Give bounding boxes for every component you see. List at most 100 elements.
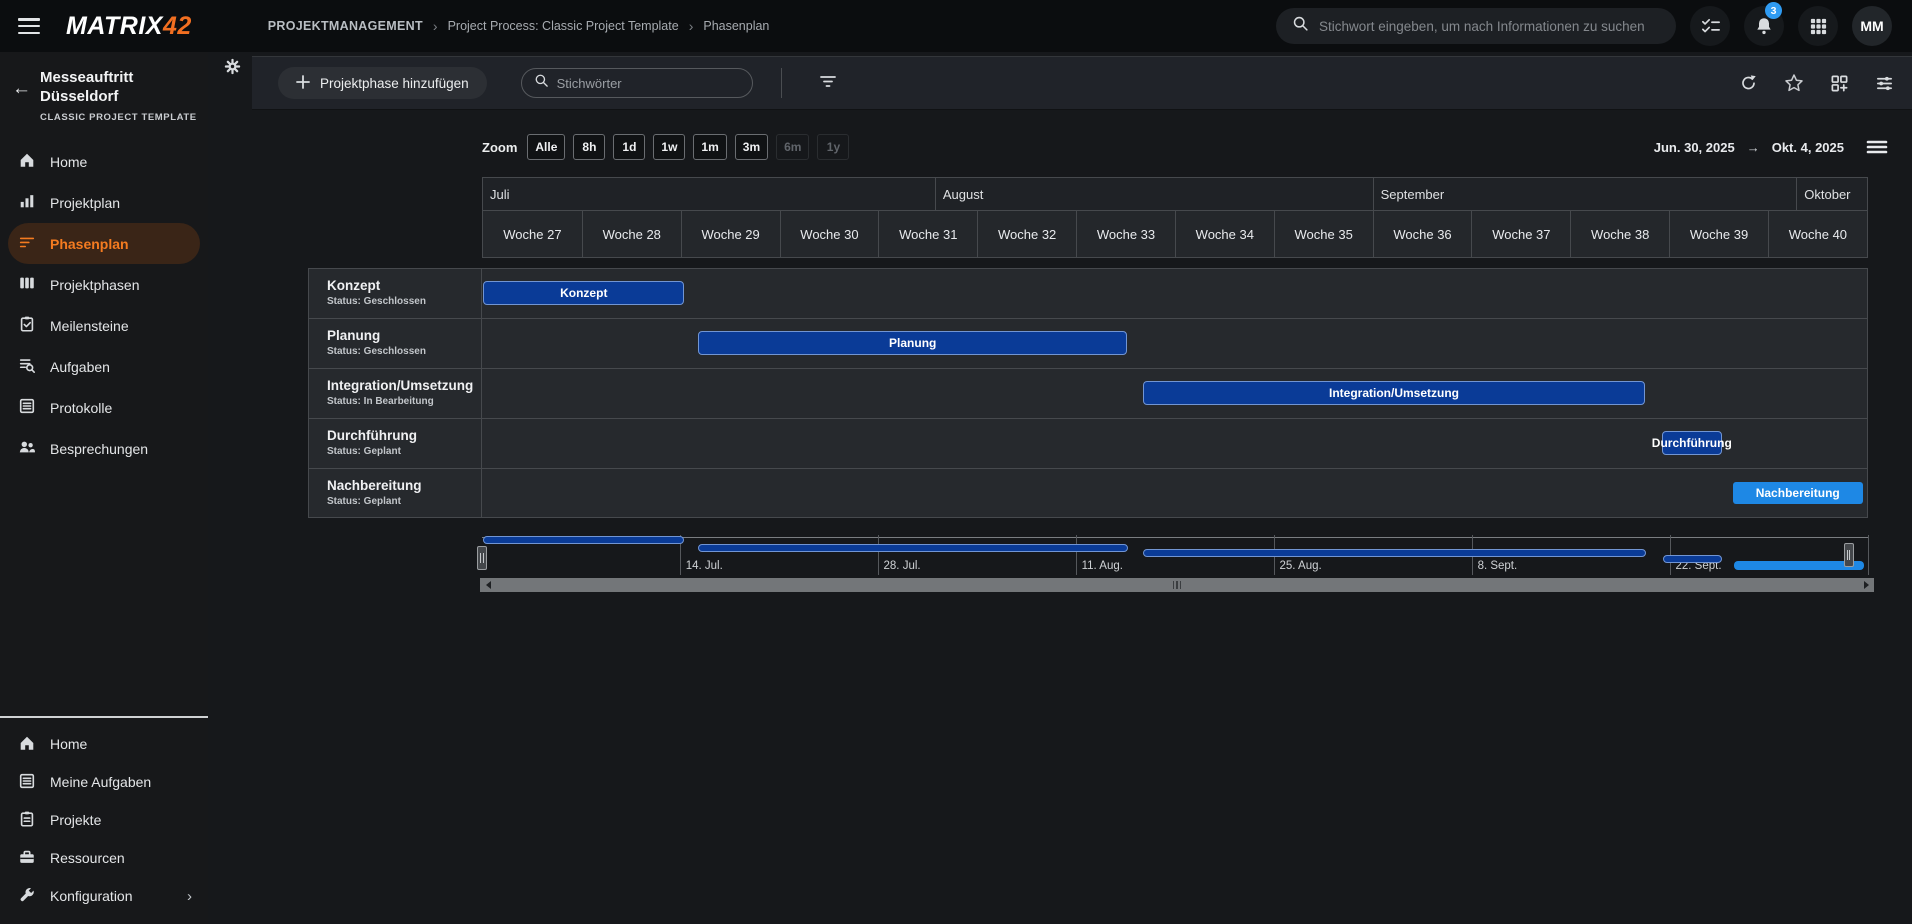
project-header: ← Messeauftritt Düsseldorf CLASSIC PROJE… [0,52,208,133]
month-cell: September [1373,178,1797,210]
sidebar-item-label: Projektplan [50,195,120,211]
sidebar-item-label: Home [50,154,87,170]
sidebar-divider [0,716,208,718]
sidebar-item-phasenplan[interactable]: Phasenplan [8,223,200,264]
gantt-bar-durchfuehrung[interactable]: Durchführung [1662,431,1722,455]
breadcrumb-project-process[interactable]: Project Process: Classic Project Templat… [448,19,679,33]
breadcrumb-separator-icon: › [433,18,438,34]
gantt-controls: Zoom Alle 8h 1d 1w 1m 3m 6m 1y Jun. 30, … [482,132,1888,162]
sidebar-item-label: Konfiguration [50,888,133,904]
overview-tick [1868,535,1869,575]
breadcrumb-projektmanagement[interactable]: PROJEKTMANAGEMENT [268,19,423,33]
refresh-icon[interactable] [1739,74,1758,93]
sidebar: ← Messeauftritt Düsseldorf CLASSIC PROJE… [0,52,208,924]
sidebar-item-projektphasen[interactable]: Projektphasen [0,264,208,305]
zoom-1w-button[interactable]: 1w [653,134,685,160]
sidebar-item-label: Phasenplan [50,236,129,252]
status-text: Status: Geplant [327,446,481,457]
main-content: Projektphase hinzufügen Zoom [208,52,1912,924]
zoom-1d-button[interactable]: 1d [613,134,645,160]
gantt-bar-integration[interactable]: Integration/Umsetzung [1143,381,1646,405]
horizontal-scrollbar[interactable] [480,578,1874,592]
range-handle-right[interactable] [1844,543,1854,567]
zoom-3m-button[interactable]: 3m [735,134,768,160]
row-divider [482,468,1867,469]
week-cell: Woche 31 [878,211,977,257]
keyword-search-input[interactable] [557,76,740,91]
month-cell: August [935,178,1373,210]
notifications-button[interactable]: 3 [1744,6,1784,46]
status-text: Status: In Bearbeitung [327,396,481,407]
scroll-right-icon[interactable] [1858,578,1874,592]
zoom-1m-button[interactable]: 1m [693,134,726,160]
sidebar-item-global-home[interactable]: Home [0,725,208,763]
status-text: Status: Geplant [327,496,481,507]
breadcrumb-phasenplan: Phasenplan [703,19,769,33]
overview-bar-konzept [483,536,684,544]
add-projektphase-button[interactable]: Projektphase hinzufügen [278,67,487,99]
my-tasks-checklist-button[interactable] [1690,6,1730,46]
bar-chart-icon [18,192,36,213]
plus-icon [296,75,310,92]
sidebar-item-konfiguration[interactable]: Konfiguration › [0,877,208,915]
sidebar-item-ressourcen[interactable]: Ressourcen [0,839,208,877]
matrix42-logo: MATRIX42 [66,12,192,41]
people-icon [18,438,36,459]
main-menu-icon[interactable] [18,18,40,34]
scrollbar-thumb[interactable] [496,578,1858,592]
scroll-left-icon[interactable] [480,578,496,592]
sidebar-item-aufgaben[interactable]: Aufgaben [0,346,208,387]
gantt-bar-nachbereitung[interactable]: Nachbereitung [1733,482,1863,504]
gear-icon[interactable] [224,58,241,80]
gantt-chart-area: Konzept Planung Integration/Umsetzung Du… [482,268,1868,518]
overview-bar-planung [698,544,1128,552]
global-search[interactable] [1276,8,1676,44]
gantt-bar-planung[interactable]: Planung [698,331,1127,355]
overview-tick [878,535,879,575]
range-start-date: Jun. 30, 2025 [1654,140,1735,155]
sidebar-item-projekte[interactable]: Projekte [0,801,208,839]
sidebar-item-projektplan[interactable]: Projektplan [0,182,208,223]
user-avatar[interactable]: MM [1852,6,1892,46]
week-cell: Woche 28 [582,211,681,257]
breadcrumb-separator-icon: › [689,18,694,34]
project-template-subtitle: CLASSIC PROJECT TEMPLATE [40,112,198,123]
zoom-1y-button: 1y [817,134,849,160]
week-cell: Woche 32 [977,211,1076,257]
project-navigation: Home Projektplan Phasenplan Projektphase… [0,141,208,469]
global-navigation: Home Meine Aufgaben Projekte Ressourcen … [0,725,208,915]
toolbar-right-icons [1739,73,1894,93]
tune-settings-icon[interactable] [1875,74,1894,93]
app-grid-button[interactable] [1798,6,1838,46]
sidebar-item-besprechungen[interactable]: Besprechungen [0,428,208,469]
sidebar-item-meilensteine[interactable]: Meilensteine [0,305,208,346]
zoom-label: Zoom [482,140,517,155]
month-cell: Oktober [1796,178,1867,210]
favorite-star-icon[interactable] [1784,73,1804,93]
back-arrow-icon[interactable]: ← [12,78,31,100]
zoom-8h-button[interactable]: 8h [573,134,605,160]
sidebar-item-home[interactable]: Home [0,141,208,182]
toolbox-icon [18,848,36,869]
range-handle-left[interactable] [477,546,487,570]
filter-icon[interactable] [818,71,838,96]
sidebar-item-protokolle[interactable]: Protokolle [0,387,208,428]
sidebar-item-label: Meilensteine [50,318,129,334]
home-icon [18,734,36,755]
global-search-input[interactable] [1319,19,1660,34]
month-cell: Juli [483,178,935,210]
gantt-bar-konzept[interactable]: Konzept [483,281,684,305]
overview-bar-durchfuehrung [1663,555,1723,563]
month-header-row: Juli August September Oktober [482,177,1868,210]
gantt-menu-icon[interactable] [1866,138,1888,156]
notification-badge: 3 [1765,2,1782,19]
phase-label-planung: Planung Status: Geschlossen [309,319,481,369]
phase-plan-icon [18,233,36,254]
search-icon [534,73,549,93]
zoom-alle-button[interactable]: Alle [527,134,565,160]
keyword-search[interactable] [521,68,753,98]
add-widget-icon[interactable] [1830,74,1849,93]
sidebar-item-meine-aufgaben[interactable]: Meine Aufgaben [0,763,208,801]
task-list-search-icon [18,356,36,377]
gantt-rows: Konzept Status: Geschlossen Planung Stat… [308,268,1868,518]
